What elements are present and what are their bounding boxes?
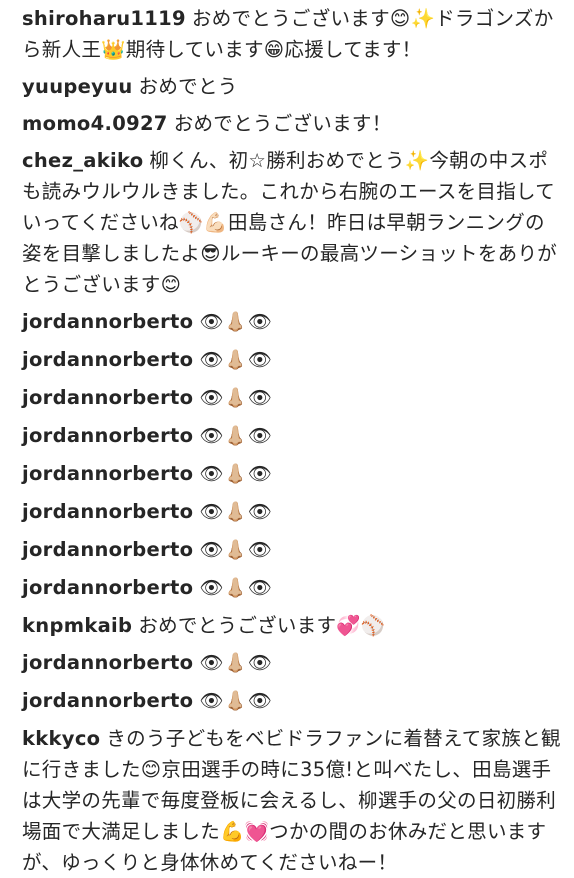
comment-username[interactable]: jordannorberto <box>22 310 193 333</box>
comment-username[interactable]: jordannorberto <box>22 576 193 599</box>
comment-username[interactable]: momo4.0927 <box>22 112 168 135</box>
comment-list: shiroharu1119 おめでとうございます😊✨ドラゴンズから新人王👑期待して… <box>0 0 574 878</box>
comment: chez_akiko 柳くん、初☆勝利おめでとう✨今朝の中スポも読みウルウルきまし… <box>22 145 562 300</box>
comment-username[interactable]: jordannorberto <box>22 424 193 447</box>
comment-text: 👁👃🏼👁 <box>199 425 273 447</box>
comment-text: 👁👃🏼👁 <box>199 577 273 599</box>
comment-username[interactable]: kkkyco <box>22 727 100 750</box>
comment-username[interactable]: knpmkaib <box>22 614 132 637</box>
comment-text: 👁👃🏼👁 <box>199 652 273 674</box>
comment-text: 👁👃🏼👁 <box>199 463 273 485</box>
comment: jordannorberto 👁👃🏼👁 <box>22 496 562 528</box>
comment-text: 👁👃🏼👁 <box>199 690 273 712</box>
comment-username[interactable]: jordannorberto <box>22 462 193 485</box>
comment-username[interactable]: jordannorberto <box>22 386 193 409</box>
comment-text: 👁👃🏼👁 <box>199 311 273 333</box>
comment-text: おめでとうございます💞⚾ <box>138 614 386 637</box>
comment-text: 👁👃🏼👁 <box>199 349 273 371</box>
comment: knpmkaib おめでとうございます💞⚾ <box>22 610 562 641</box>
comment: jordannorberto 👁👃🏼👁 <box>22 572 562 604</box>
comment-text: おめでとう <box>138 75 238 98</box>
comment: shiroharu1119 おめでとうございます😊✨ドラゴンズから新人王👑期待して… <box>22 3 562 65</box>
comment-text: 👁👃🏼👁 <box>199 539 273 561</box>
comment-username[interactable]: jordannorberto <box>22 348 193 371</box>
comment: jordannorberto 👁👃🏼👁 <box>22 647 562 679</box>
comment: jordannorberto 👁👃🏼👁 <box>22 306 562 338</box>
comment-username[interactable]: jordannorberto <box>22 538 193 561</box>
comment: jordannorberto 👁👃🏼👁 <box>22 534 562 566</box>
comment-username[interactable]: jordannorberto <box>22 689 193 712</box>
comment: jordannorberto 👁👃🏼👁 <box>22 458 562 490</box>
comment-text: おめでとうございます！ <box>173 112 392 135</box>
comment-text: 👁👃🏼👁 <box>199 387 273 409</box>
comment: momo4.0927 おめでとうございます！ <box>22 108 562 139</box>
comment-username[interactable]: yuupeyuu <box>22 75 133 98</box>
comment: jordannorberto 👁👃🏼👁 <box>22 382 562 414</box>
comment-text: きのう子どもをベビドラファンに着替えて家族と観に行きました😊京田選手の時に35億… <box>22 727 561 874</box>
comment: kkkyco きのう子どもをベビドラファンに着替えて家族と観に行きました😊京田選手… <box>22 723 562 878</box>
comment-text: 👁👃🏼👁 <box>199 501 273 523</box>
comment-username[interactable]: jordannorberto <box>22 500 193 523</box>
comment-username[interactable]: shiroharu1119 <box>22 7 186 30</box>
comment-username[interactable]: chez_akiko <box>22 149 143 172</box>
comment: yuupeyuu おめでとう <box>22 71 562 102</box>
comment-username[interactable]: jordannorberto <box>22 651 193 674</box>
comment: jordannorberto 👁👃🏼👁 <box>22 344 562 376</box>
comment: jordannorberto 👁👃🏼👁 <box>22 685 562 717</box>
comment: jordannorberto 👁👃🏼👁 <box>22 420 562 452</box>
